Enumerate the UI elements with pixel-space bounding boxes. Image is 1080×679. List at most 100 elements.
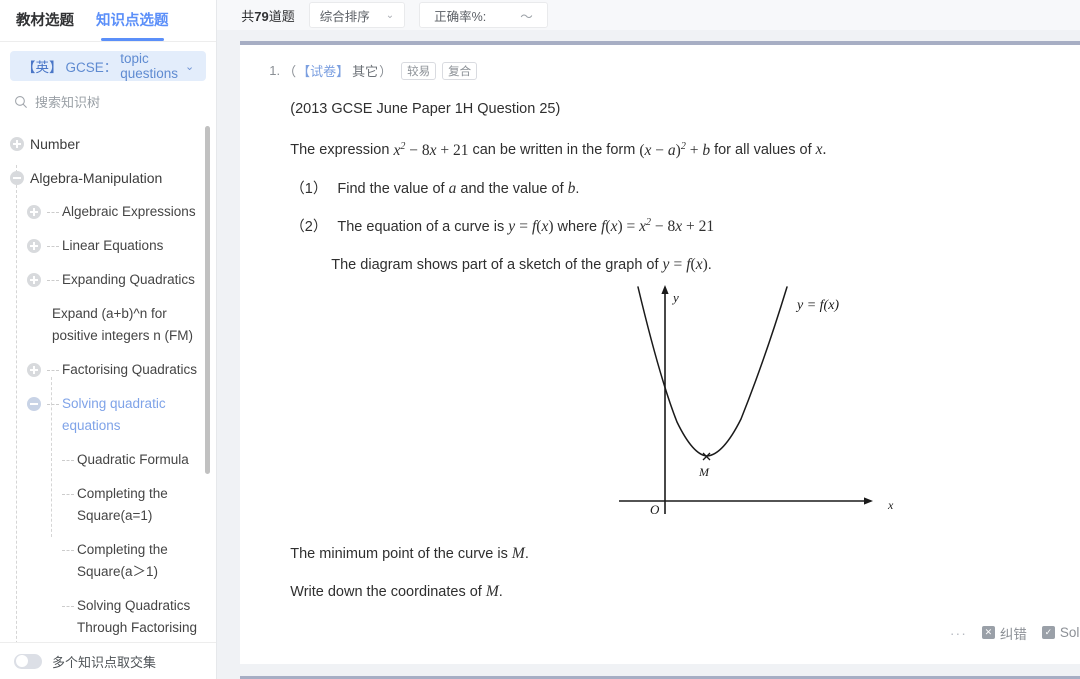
tree-connector [62,494,74,496]
svg-text:x: x [887,498,894,512]
tree-node-label: Completing the Square(a=1) [77,486,168,524]
question-part-1: （1） Find the value of a and the value of… [290,177,1080,201]
question-number: 1. [269,63,281,78]
tab-textbook[interactable]: 教材选题 [16,9,74,39]
report-error-button[interactable]: ✕ 纠错 [981,623,1027,643]
app-root: 教材选题 知识点选题 【英】 GCSE： topic questions ⌄ 搜… [0,0,1080,679]
sort-dropdown[interactable]: 综合排序 ⌄ [308,2,406,28]
main-content: 共79道题 综合排序 ⌄ 正确率%: ～ 加入本页所有试题 1. （ 【试卷】 … [217,0,1080,679]
question-part-2-sub: The diagram shows part of a sketch of th… [331,255,712,273]
tree-node-factorising-quadratics[interactable]: Factorising Quadratics [0,353,216,387]
tree-node-number[interactable]: Number [0,127,216,161]
question-reference: (2013 GCSE June Paper 1H Question 25) [290,101,561,117]
expand-icon[interactable] [10,137,24,152]
tree-connector [47,370,59,372]
parabola-sketch: y x O M y = f(x) [618,284,894,517]
subject-topic: topic questions [120,51,179,82]
question-figure: y x O M y = f(x) [290,279,1080,524]
tree-node-completing-the-square-a-1[interactable]: Completing the Square(a=1) [0,477,216,533]
subject-name: GCSE： [65,60,118,76]
expand-icon[interactable] [27,205,41,220]
question-after-1: The minimum point of the curve is M. [290,544,529,562]
tree-node-label: Factorising Quadratics [62,362,198,378]
count-prefix: 共 [241,8,255,24]
svg-text:O: O [650,502,660,517]
tree-node-label: Solving quadratic equations [62,396,166,434]
accuracy-label: 正确率%: [434,9,487,24]
more-options-icon[interactable]: ··· [950,625,967,641]
tab-knowledge-point[interactable]: 知识点选题 [96,9,169,41]
question-body-1: (2013 GCSE June Paper 1H Question 25) Th… [264,98,1080,604]
sidebar-tabs: 教材选题 知识点选题 [0,0,216,41]
tree-connector [47,246,59,248]
tree-connector [47,212,59,214]
solution-button[interactable]: ✓ Solution [1041,625,1080,641]
tree-node-linear-equations[interactable]: Linear Equations [0,229,216,263]
sidebar-tabs-divider [0,41,217,43]
tree-node-solving-quadratics-through-factorising[interactable]: Solving Quadratics Through Factorising [0,589,216,642]
report-error-label: 纠错 [999,626,1027,642]
tree-node-solving-quadratic-equations[interactable]: Solving quadratic equations [0,387,216,443]
question-header-1: 1. （ 【试卷】 其它 ） 较易 复合 [269,61,1080,80]
expand-icon[interactable] [27,239,41,254]
count-suffix: 道题 [268,8,295,24]
subject-selector[interactable]: 【英】 GCSE： topic questions ⌄ [10,51,207,82]
accuracy-filter[interactable]: 正确率%: ～ [419,2,548,28]
expand-icon[interactable] [27,273,41,288]
intersection-toggle[interactable] [14,653,42,669]
question-list: 1. （ 【试卷】 其它 ） 较易 复合 (2013 GCSE June Pap… [217,30,1080,679]
sidebar: 教材选题 知识点选题 【英】 GCSE： topic questions ⌄ 搜… [0,0,218,679]
stem-prefix: The expression [290,142,394,159]
tree-node-label: Solving Quadratics Through Factorising [77,598,198,636]
question-type: 其它 [352,64,379,79]
tree-node-quadratic-formula[interactable]: Quadratic Formula [0,443,216,477]
tree-node-expanding-quadratics[interactable]: Expanding Quadratics [0,263,216,297]
tree-node-expand-a-b-n-for-positive-integers-n-fm[interactable]: Expand (a+b)^n for positive integers n (… [0,297,216,353]
tree-node-label: Completing the Square(a＞1) [77,542,168,580]
subject-bracket: 【英】 [22,60,63,76]
tree-node-completing-the-square-a-1[interactable]: Completing the Square(a＞1) [0,533,216,589]
checkbox-icon: ✓ [1041,626,1055,640]
tree-connector [47,280,59,282]
part-1-text: Find the value of a and the value of b. [337,179,580,197]
stem-suffix: for all values of [710,142,816,159]
svg-text:M: M [698,465,710,479]
solution-label: Solution [1059,625,1080,641]
question-card-1: 1. （ 【试卷】 其它 ） 较易 复合 (2013 GCSE June Pap… [240,41,1080,664]
collapse-icon[interactable] [10,171,24,186]
knowledge-tree: Number Algebra-Manipulation Algebraic Expr… [0,118,216,643]
tree-connector [47,404,59,406]
accuracy-value: ～ [520,9,533,24]
expand-icon[interactable] [27,363,41,378]
search-icon [15,95,27,108]
question-actions-1: ··· ✕ 纠错 ✓ Solution ★ 收藏 [264,608,1080,654]
intersection-toggle-label: 多个知识点取交集 [52,654,157,670]
tree-node-label: Algebraic Expressions [62,204,196,220]
tree-node-label: Expanding Quadratics [62,272,195,288]
tree-node-label: Expand (a+b)^n for positive integers n (… [52,306,194,344]
tree-node-label: Linear Equations [62,238,164,254]
report-icon: ✕ [981,626,995,640]
question-count: 共79道题 [241,6,295,25]
collapse-icon[interactable] [27,397,41,412]
tree-node-label: Number [30,136,80,153]
tree-node-algebra-manipulation[interactable]: Algebra-Manipulation [0,161,216,195]
sidebar-footer: 多个知识点取交集 [0,642,217,679]
question-part-2: （2） The equation of a curve is y = f(x) … [290,215,1080,239]
sort-label: 综合排序 [319,9,370,24]
tree-node-label: Quadratic Formula [77,452,189,468]
part-1-label: （1） [290,180,328,197]
chevron-down-icon: ⌄ [385,9,395,21]
question-source: 【试卷】 [297,64,350,79]
category-badge: 复合 [442,61,478,80]
count-value: 79 [254,8,269,24]
question-after-2: Write down the coordinates of M. [290,582,503,600]
paren-close: ） [379,64,393,79]
tree-guideline-sub [51,377,52,538]
search-input[interactable]: 搜索知识树 [0,85,216,118]
tree-node-algebraic-expressions[interactable]: Algebraic Expressions [0,195,216,229]
chevron-down-icon: ⌄ [185,60,195,73]
sidebar-scrollbar[interactable] [205,126,211,475]
difficulty-badge: 较易 [401,61,437,80]
question-stem: The expression x2 − 8x + 21 can be writt… [290,140,827,159]
